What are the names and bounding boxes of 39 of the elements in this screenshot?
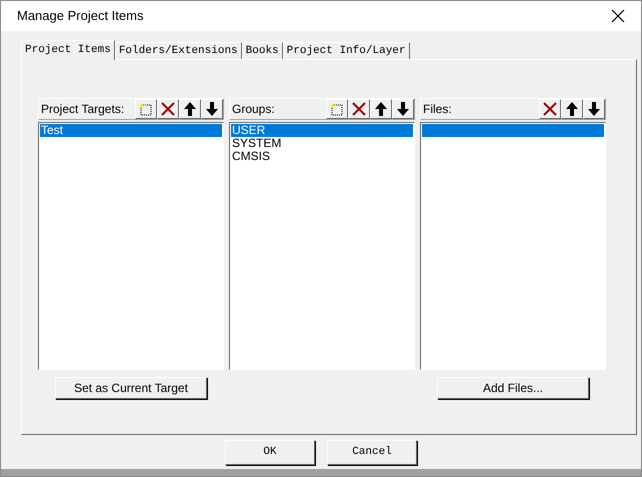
toolbar-button[interactable] — [179, 99, 201, 119]
delete-icon — [543, 102, 557, 116]
window-title: Manage Project Items — [17, 7, 144, 26]
dialog-button[interactable]: Cancel — [327, 440, 417, 465]
pane-button[interactable]: Set as Current Target — [55, 377, 207, 399]
list-item[interactable]: Test — [40, 124, 222, 137]
toolbar-button[interactable] — [201, 99, 223, 119]
down-arrow-icon — [397, 102, 409, 116]
toolbar-button[interactable] — [370, 99, 392, 119]
up-arrow-icon — [184, 102, 196, 116]
up-arrow-icon — [566, 102, 578, 116]
delete-icon — [352, 102, 366, 116]
toolbar-button[interactable] — [583, 99, 605, 119]
down-arrow-icon — [588, 102, 600, 116]
tab[interactable]: Books — [242, 42, 283, 59]
toolbar-button[interactable] — [157, 99, 179, 119]
tab[interactable]: Project Info/Layer — [282, 42, 410, 59]
new-item-icon — [330, 102, 344, 116]
list-item[interactable]: USER — [231, 124, 413, 137]
toolbar-button[interactable] — [326, 99, 348, 119]
pane-button[interactable]: Add Files... — [437, 377, 589, 399]
tab[interactable]: Folders/Extensions — [114, 42, 242, 59]
toolbar-button[interactable] — [135, 99, 157, 119]
pane-label: Files: — [423, 101, 452, 118]
new-item-icon — [139, 102, 153, 116]
delete-icon — [161, 102, 175, 116]
tab[interactable]: Project Items — [21, 40, 115, 60]
list-item[interactable]: SYSTEM — [231, 137, 413, 150]
close-button[interactable] — [609, 7, 627, 25]
list-item[interactable]: CMSIS — [231, 150, 413, 163]
up-arrow-icon — [375, 102, 387, 116]
toolbar-button[interactable] — [392, 99, 414, 119]
toolbar-button[interactable] — [539, 99, 561, 119]
toolbar-button[interactable] — [348, 99, 370, 119]
toolbar-button[interactable] — [561, 99, 583, 119]
dialog-button[interactable]: OK — [225, 440, 315, 465]
pane-label: Groups: — [232, 101, 275, 118]
pane-label: Project Targets: — [41, 101, 124, 118]
down-arrow-icon — [206, 102, 218, 116]
